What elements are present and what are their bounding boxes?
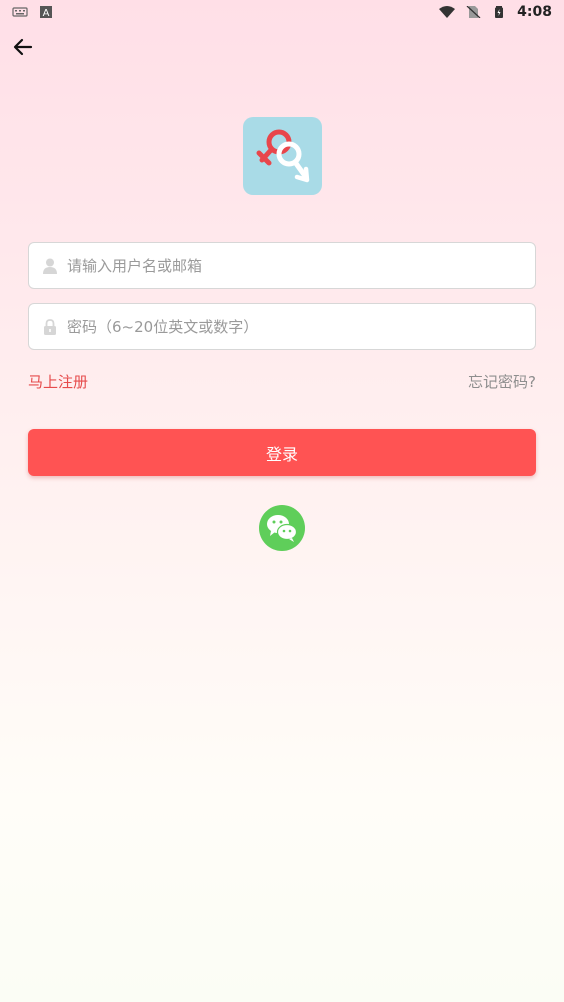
svg-text:A: A (43, 8, 50, 18)
no-sim-icon (466, 6, 481, 18)
password-field[interactable] (28, 303, 536, 350)
status-left: A (12, 6, 54, 18)
wifi-icon (439, 6, 456, 18)
wechat-icon (267, 515, 298, 542)
form-links: 马上注册 忘记密码? (28, 370, 536, 392)
register-link[interactable]: 马上注册 (28, 371, 88, 392)
forgot-password-link[interactable]: 忘记密码? (468, 371, 536, 392)
gender-symbols-icon (256, 129, 309, 183)
status-right: 4:08 (439, 4, 552, 20)
login-button[interactable]: 登录 (28, 429, 536, 476)
keyboard-icon (12, 7, 28, 17)
username-field[interactable] (28, 242, 536, 289)
a-badge-icon: A (40, 6, 52, 18)
arrow-left-icon (13, 38, 33, 56)
password-input[interactable] (67, 304, 535, 349)
status-bar: A 4:08 (0, 0, 564, 24)
lock-icon (44, 318, 56, 335)
app-logo (243, 117, 322, 195)
user-icon (43, 258, 57, 274)
wechat-login-button[interactable] (259, 505, 305, 551)
status-time: 4:08 (517, 4, 552, 20)
username-input[interactable] (67, 243, 535, 288)
back-button[interactable] (10, 34, 36, 60)
battery-icon (495, 6, 504, 18)
